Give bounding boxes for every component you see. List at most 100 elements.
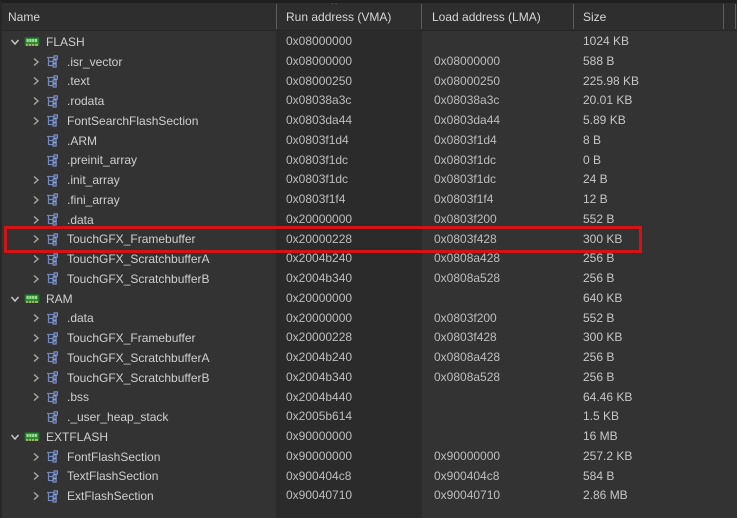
- tree-expander[interactable]: [27, 330, 44, 347]
- row-load-address: 0x0808a528: [434, 271, 501, 285]
- table-row[interactable]: FontSearchFlashSection 0x0803da44 0x0803da…: [2, 111, 737, 131]
- tree-expander[interactable]: [27, 73, 44, 90]
- row-run-address: 0x0803f1dc: [286, 172, 349, 187]
- table-row[interactable]: .bss 0x2004b440 64.46 KB: [2, 388, 737, 408]
- table-row[interactable]: TouchGFX_Framebuffer 0x20000228 0x0803f428…: [2, 230, 737, 250]
- tree-expander[interactable]: [27, 231, 44, 248]
- row-run-address: 0x08000000: [286, 53, 353, 68]
- row-size: 20.01 KB: [583, 93, 633, 108]
- table-row[interactable]: TouchGFX_ScratchbufferA 0x2004b240 0x0808a…: [2, 249, 737, 269]
- table-row[interactable]: .ARM 0x0803f1d4 0x0803f1d4 8 B: [2, 131, 737, 151]
- chevron-right-icon: [33, 472, 39, 481]
- column-divider[interactable]: [735, 4, 736, 29]
- tree-expander[interactable]: [27, 112, 44, 129]
- tree-expander[interactable]: [27, 389, 44, 406]
- row-load-address: 0x90000000: [434, 448, 501, 463]
- memory-section-icon: [44, 192, 61, 208]
- table-row[interactable]: TouchGFX_Framebuffer 0x20000228 0x0803f428…: [2, 328, 737, 348]
- row-size: 256 B: [583, 271, 615, 285]
- table-row[interactable]: .data 0x20000000 0x0803f200 552 B: [2, 309, 737, 329]
- table-row[interactable]: .data 0x20000000 0x0803f200 552 B: [2, 210, 737, 230]
- table-row[interactable]: ExtFlashSection 0x90040710 0x90040710 2.86 …: [2, 486, 737, 506]
- row-load-address: 0x0808a528: [434, 369, 501, 384]
- table-row[interactable]: .isr_vector 0x08000000 0x08000000 588 B: [2, 52, 737, 72]
- column-header-run-address[interactable]: Run address (VMA): [286, 3, 416, 31]
- row-load-address: 0x08038a3c: [434, 93, 500, 108]
- row-run-address: 0x20000228: [286, 231, 353, 246]
- section-tree-icon: [47, 114, 58, 127]
- tree-expander[interactable]: [27, 310, 44, 327]
- tree-expander[interactable]: [27, 211, 44, 228]
- row-size: 257.2 KB: [583, 448, 633, 463]
- tree-expander[interactable]: [27, 468, 44, 485]
- name-cell: FontFlashSection: [2, 447, 276, 467]
- table-row[interactable]: FontFlashSection 0x90000000 0x90000000 257.…: [2, 447, 737, 467]
- name-cell: EXTFLASH: [2, 427, 276, 447]
- column-divider[interactable]: [723, 4, 724, 29]
- tree-expander[interactable]: [27, 53, 44, 70]
- row-size: 64.46 KB: [583, 389, 633, 404]
- row-load-address: [434, 32, 574, 52]
- row-name-label: ExtFlashSection: [67, 489, 154, 504]
- table-row[interactable]: TouchGFX_ScratchbufferA 0x2004b240 0x0808a…: [2, 348, 737, 368]
- tree-expander[interactable]: [6, 290, 23, 307]
- name-cell: .fini_array: [2, 190, 276, 210]
- row-name-label: EXTFLASH: [46, 429, 109, 444]
- table-row[interactable]: TextFlashSection 0x900404c8 0x900404c8 584 …: [2, 467, 737, 487]
- table-row[interactable]: ._user_heap_stack 0x2005b614 1.5 KB: [2, 407, 737, 427]
- memory-section-icon: [44, 172, 61, 188]
- table-row[interactable]: .init_array 0x0803f1dc 0x0803f1dc 24 B: [2, 170, 737, 190]
- tree-expander[interactable]: [6, 33, 23, 50]
- tree-expander[interactable]: [27, 93, 44, 110]
- row-name-label: FLASH: [46, 34, 85, 49]
- memory-tree-table: FLASH 0x08000000 1024 KB .isr_vector 0x08000…: [2, 32, 737, 506]
- tree-expander[interactable]: [27, 251, 44, 268]
- chevron-right-icon: [33, 195, 39, 204]
- tree-expander[interactable]: [27, 369, 44, 386]
- row-load-address: 0x0803f1f4: [434, 192, 494, 206]
- column-divider[interactable]: [276, 4, 277, 29]
- row-size: 5.89 KB: [583, 113, 626, 127]
- row-size: 300 KB: [583, 231, 623, 246]
- name-cell: ._user_heap_stack: [2, 407, 276, 427]
- column-divider[interactable]: [573, 4, 574, 29]
- tree-expander[interactable]: [27, 448, 44, 465]
- tree-expander[interactable]: [27, 191, 44, 208]
- column-header-size[interactable]: Size: [583, 3, 718, 31]
- table-row[interactable]: .preinit_array 0x0803f1dc 0x0803f1dc 0 B: [2, 151, 737, 171]
- tree-expander[interactable]: [6, 428, 23, 445]
- table-row[interactable]: EXTFLASH 0x90000000 16 MB: [2, 427, 737, 447]
- memory-section-icon: [44, 231, 61, 247]
- table-row[interactable]: FLASH 0x08000000 1024 KB: [2, 32, 737, 52]
- table-row[interactable]: RAM 0x20000000 640 KB: [2, 289, 737, 309]
- tree-expander[interactable]: [27, 488, 44, 505]
- row-name-label: TouchGFX_Framebuffer: [67, 331, 196, 346]
- row-run-address: 0x2004b440: [286, 389, 353, 404]
- row-run-address: 0x20000000: [286, 310, 353, 325]
- name-cell: .data: [2, 210, 276, 230]
- section-tree-icon: [47, 450, 58, 463]
- memory-section-icon: [44, 113, 61, 129]
- table-row[interactable]: TouchGFX_ScratchbufferB 0x2004b340 0x0808a…: [2, 368, 737, 388]
- table-row[interactable]: .fini_array 0x0803f1f4 0x0803f1f4 12 B: [2, 190, 737, 210]
- column-header-load-address[interactable]: Load address (LMA): [432, 3, 568, 31]
- row-run-address: 0x90000000: [286, 429, 353, 443]
- row-size: 2.86 MB: [583, 488, 628, 503]
- table-row[interactable]: .rodata 0x08038a3c 0x08038a3c 20.01 KB: [2, 91, 737, 111]
- table-row[interactable]: .text 0x08000250 0x08000250 225.98 KB: [2, 72, 737, 92]
- memory-section-icon: [44, 73, 61, 89]
- column-header-name[interactable]: Name: [8, 3, 268, 31]
- table-header: Name Run address (VMA) Load address (LMA…: [2, 3, 737, 31]
- tree-expander[interactable]: [27, 172, 44, 189]
- column-divider[interactable]: [421, 4, 422, 29]
- tree-expander[interactable]: [27, 349, 44, 366]
- table-row[interactable]: TouchGFX_ScratchbufferB 0x2004b340 0x0808a…: [2, 269, 737, 289]
- row-load-address: 0x08000000: [434, 53, 501, 68]
- row-name-label: .ARM: [67, 133, 97, 148]
- row-run-address: 0x2005b614: [286, 409, 353, 424]
- row-name-label: TouchGFX_ScratchbufferB: [67, 271, 210, 286]
- tree-expander[interactable]: [27, 270, 44, 287]
- row-load-address: 0x08000250: [434, 73, 501, 88]
- section-tree-icon: [47, 213, 58, 226]
